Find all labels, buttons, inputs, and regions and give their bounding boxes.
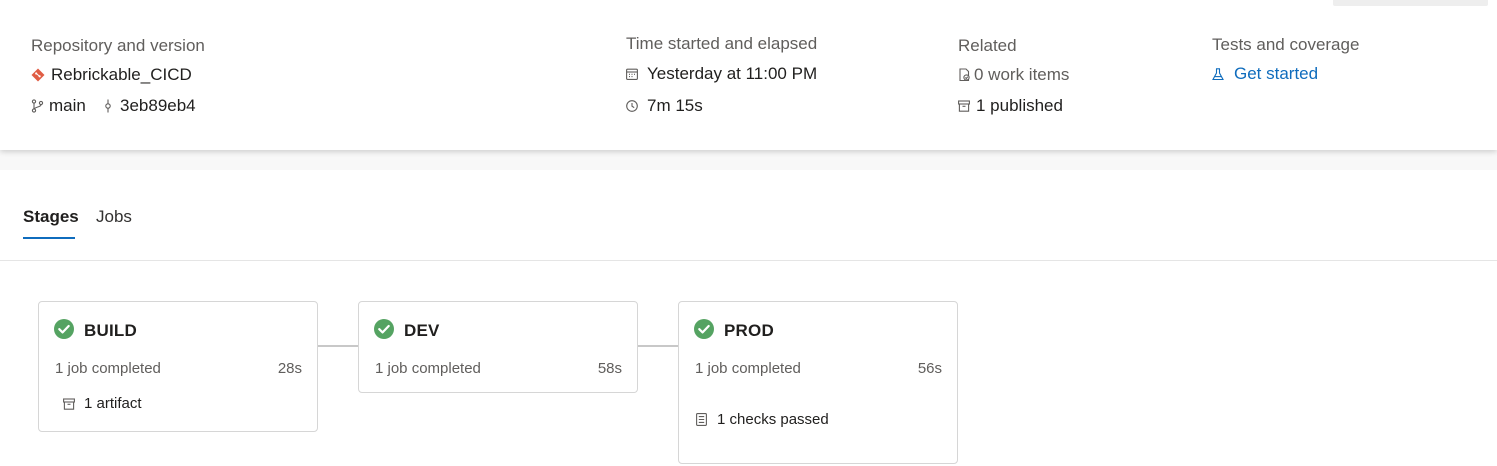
header-button[interactable]: [1333, 0, 1488, 6]
checklist-icon: [696, 413, 707, 426]
work-items-text: 0 work items: [974, 65, 1070, 84]
commit-icon: [104, 99, 112, 113]
tab-jobs[interactable]: Jobs: [96, 207, 132, 227]
start-time-text: Yesterday at 11:00 PM: [647, 64, 818, 83]
repository-label: Repository and version: [31, 36, 205, 55]
stage-name: BUILD: [84, 321, 137, 340]
branch-link[interactable]: main: [31, 96, 86, 116]
active-tab-indicator: [23, 237, 75, 239]
get-started-link[interactable]: Get started: [1212, 64, 1318, 84]
stage-name: PROD: [724, 321, 774, 340]
stage-jobs-status: 1 job completed: [695, 360, 801, 377]
branch-icon: [31, 99, 44, 113]
stage-duration: 56s: [917, 360, 942, 377]
published-artifacts-link[interactable]: 1 published: [958, 96, 1063, 116]
stage-duration: 58s: [597, 360, 622, 377]
stage-prod[interactable]: PROD 1 job completed 56s 1 checks passed: [678, 301, 958, 464]
stage-connector: [318, 345, 358, 347]
related-label: Related: [958, 36, 1017, 55]
stage-build[interactable]: BUILD 1 job completed 28s 1 artifact: [38, 301, 318, 432]
artifact-icon: [958, 100, 970, 112]
branch-name: main: [49, 96, 86, 115]
published-text: 1 published: [976, 96, 1063, 115]
artifact-icon: [63, 397, 75, 410]
run-summary-card: Repository and version Rebrickable_CICD …: [0, 0, 1497, 150]
stage-checks-text: 1 checks passed: [717, 411, 829, 428]
stage-artifacts-text: 1 artifact: [84, 395, 142, 412]
stage-jobs-status: 1 job completed: [375, 360, 481, 377]
stage-dev[interactable]: DEV 1 job completed 58s: [358, 301, 638, 393]
stage-jobs-status: 1 job completed: [55, 360, 161, 377]
elapsed-time-text: 7m 15s: [647, 96, 703, 115]
stage-name: DEV: [404, 321, 440, 340]
elapsed-time: 7m 15s: [626, 96, 703, 116]
repository-name: Rebrickable_CICD: [51, 65, 192, 84]
tab-stages[interactable]: Stages: [23, 207, 79, 227]
beaker-icon: [1212, 67, 1224, 81]
repository-link[interactable]: Rebrickable_CICD: [31, 65, 192, 85]
stages-panel: Stages Jobs BUILD 1 job completed 28s 1 …: [0, 170, 1497, 466]
success-check-icon: [374, 319, 394, 344]
clock-icon: [626, 100, 638, 112]
stage-connector: [638, 345, 678, 347]
commit-link[interactable]: 3eb89eb4: [104, 96, 196, 116]
success-check-icon: [54, 319, 74, 344]
work-item-icon: [958, 68, 971, 82]
start-time: Yesterday at 11:00 PM: [626, 64, 817, 84]
get-started-text: Get started: [1234, 64, 1319, 83]
success-check-icon: [694, 319, 714, 344]
commit-id: 3eb89eb4: [120, 96, 196, 115]
calendar-icon: [626, 68, 638, 80]
stage-artifacts-link[interactable]: 1 artifact: [63, 395, 142, 412]
git-logo-icon: [31, 68, 45, 82]
tabs-divider: [0, 260, 1497, 261]
stage-checks-link[interactable]: 1 checks passed: [696, 411, 829, 428]
stage-duration: 28s: [277, 360, 302, 377]
work-items-link[interactable]: 0 work items: [958, 65, 1069, 85]
time-label: Time started and elapsed: [626, 34, 818, 53]
tests-label: Tests and coverage: [1212, 35, 1360, 54]
